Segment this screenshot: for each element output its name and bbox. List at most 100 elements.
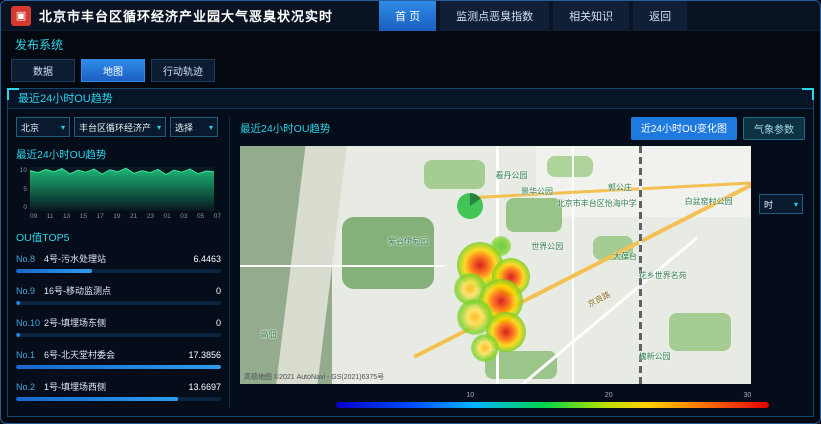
map-section-title: 最近24小时OU趋势 bbox=[240, 121, 330, 136]
top-nav: 首 页监测点恶臭指数相关知识返回 bbox=[379, 1, 687, 31]
ou-change-chart-button[interactable]: 近24小时OU变化图 bbox=[631, 117, 737, 140]
top5-row: No.916号-移动监测点 0 bbox=[16, 284, 221, 305]
point-name: 4号-污水处理站 bbox=[44, 252, 106, 265]
top5-row: No.84号-污水处理站 6.4463 bbox=[16, 252, 221, 273]
top5-row-text: No.84号-污水处理站 6.4463 bbox=[16, 252, 221, 265]
y-axis-tick: 10 bbox=[20, 167, 27, 174]
nav-item-2[interactable]: 相关知识 bbox=[553, 1, 629, 31]
left-sidebar: 北京 ▾ 丰台区循环经济产 ▾ 选择 ▾ 最近24小时OU趋势 10 5 0 bbox=[16, 117, 230, 408]
trend-y-axis: 10 5 0 bbox=[16, 167, 30, 211]
point-value: 0 bbox=[212, 286, 221, 296]
legend-gradient-bar bbox=[336, 402, 769, 408]
point-name: 1号-填埋场西侧 bbox=[44, 380, 106, 393]
app-title: 北京市丰台区循环经济产业园大气恶臭状况实时 bbox=[39, 6, 333, 25]
city-select-value: 北京 bbox=[21, 121, 39, 134]
trend-chart: 10 5 0 bbox=[16, 167, 221, 211]
view-tab-0[interactable]: 数据 bbox=[11, 59, 75, 82]
x-axis-tick: 19 bbox=[113, 213, 120, 220]
app-root: ▣ 北京市丰台区循环经济产业园大气恶臭状况实时 首 页监测点恶臭指数相关知识返回… bbox=[0, 0, 821, 424]
map-canvas[interactable]: 看丹公园景华公园北京市丰台区怡海中学郭公庄白盆窑村公园大葆台花乡世界名苑世界公园… bbox=[240, 146, 751, 384]
weather-params-button[interactable]: 气象参数 bbox=[743, 117, 805, 140]
main-panel: 最近24小时OU趋势 北京 ▾ 丰台区循环经济产 ▾ 选择 ▾ bbox=[7, 88, 814, 417]
legend-tick: 10 bbox=[466, 392, 474, 399]
top-header: ▣ 北京市丰台区循环经济产业园大气恶臭状况实时 首 页监测点恶臭指数相关知识返回 bbox=[1, 1, 820, 31]
x-axis-tick: 21 bbox=[130, 213, 137, 220]
chevron-down-icon: ▾ bbox=[61, 123, 65, 132]
progress-fill bbox=[16, 301, 20, 305]
view-tab-1[interactable]: 地图 bbox=[81, 59, 145, 82]
top5-row: No.102号-填埋场东侧 0 bbox=[16, 316, 221, 337]
city-select[interactable]: 北京 ▾ bbox=[16, 117, 70, 137]
heat-point bbox=[457, 193, 483, 219]
progress-track bbox=[16, 365, 221, 369]
rank-label: No.10 bbox=[16, 318, 44, 328]
point-select-value: 选择 bbox=[175, 121, 193, 134]
app-logo-icon: ▣ bbox=[11, 6, 31, 26]
point-value: 6.4463 bbox=[189, 254, 221, 264]
heat-layer bbox=[240, 146, 751, 384]
x-axis-tick: 03 bbox=[180, 213, 187, 220]
top5-row-text: No.916号-移动监测点 0 bbox=[16, 284, 221, 297]
progress-fill bbox=[16, 397, 178, 401]
point-select[interactable]: 选择 ▾ bbox=[170, 117, 218, 137]
rank-label: No.9 bbox=[16, 286, 44, 296]
map-attribution: 高德地图 ©2021 AutoNavi - GS(2021)6375号 bbox=[244, 372, 384, 382]
legend-tick: 30 bbox=[743, 392, 751, 399]
chevron-down-icon: ▾ bbox=[209, 123, 213, 132]
x-axis-tick: 01 bbox=[164, 213, 171, 220]
panel-body: 北京 ▾ 丰台区循环经济产 ▾ 选择 ▾ 最近24小时OU趋势 10 5 0 bbox=[8, 109, 813, 416]
heat-legend: 10 20 30 bbox=[336, 392, 769, 408]
rank-label: No.2 bbox=[16, 382, 44, 392]
point-name: 2号-填埋场东侧 bbox=[44, 316, 106, 329]
point-value: 0 bbox=[212, 318, 221, 328]
point-value: 13.6697 bbox=[184, 382, 221, 392]
map-header: 最近24小时OU趋势 近24小时OU变化图 气象参数 bbox=[240, 117, 805, 140]
top5-title: OU值TOP5 bbox=[16, 230, 221, 245]
top5-row-text: No.21号-填埋场西侧 13.6697 bbox=[16, 380, 221, 393]
progress-track bbox=[16, 301, 221, 305]
progress-track bbox=[16, 269, 221, 273]
park-select-value: 丰台区循环经济产 bbox=[79, 121, 151, 134]
point-name: 6号-北天堂村委会 bbox=[44, 348, 115, 361]
x-axis-tick: 13 bbox=[63, 213, 70, 220]
top5-row: No.21号-填埋场西侧 13.6697 bbox=[16, 380, 221, 401]
trend-chart-title: 最近24小时OU趋势 bbox=[16, 147, 221, 162]
x-axis-tick: 15 bbox=[80, 213, 87, 220]
time-unit-select[interactable]: 时 ▾ bbox=[759, 194, 803, 214]
heat-point bbox=[471, 334, 499, 362]
top5-row-text: No.102号-填埋场东侧 0 bbox=[16, 316, 221, 329]
top5-list: No.84号-污水处理站6.4463No.916号-移动监测点0No.102号-… bbox=[16, 252, 221, 408]
top5-row-text: No.16号-北天堂村委会 17.3856 bbox=[16, 348, 221, 361]
panel-title: 最近24小时OU趋势 bbox=[8, 89, 813, 109]
legend-tick: 20 bbox=[605, 392, 613, 399]
point-value: 17.3856 bbox=[184, 350, 221, 360]
rank-label: No.8 bbox=[16, 254, 44, 264]
x-axis-tick: 11 bbox=[47, 213, 54, 220]
view-tab-2[interactable]: 行动轨迹 bbox=[151, 59, 215, 82]
park-select[interactable]: 丰台区循环经济产 ▾ bbox=[74, 117, 166, 137]
publish-system-bar: 发布系统 bbox=[1, 31, 820, 54]
map-row: 看丹公园景华公园北京市丰台区怡海中学郭公庄白盆窑村公园大葆台花乡世界名苑世界公园… bbox=[240, 146, 805, 384]
view-tabs: 数据地图行动轨迹 bbox=[1, 54, 820, 88]
y-axis-tick: 5 bbox=[23, 186, 27, 193]
chevron-down-icon: ▾ bbox=[157, 123, 161, 132]
chevron-down-icon: ▾ bbox=[794, 200, 798, 209]
progress-track bbox=[16, 333, 221, 337]
trend-x-axis: 091113151719212301030507 bbox=[16, 213, 221, 220]
progress-fill bbox=[16, 365, 221, 369]
filter-row: 北京 ▾ 丰台区循环经济产 ▾ 选择 ▾ bbox=[16, 117, 221, 137]
trend-chart-svg bbox=[30, 167, 214, 211]
progress-track bbox=[16, 397, 221, 401]
top5-row: No.16号-北天堂村委会 17.3856 bbox=[16, 348, 221, 369]
nav-item-1[interactable]: 监测点恶臭指数 bbox=[440, 1, 549, 31]
x-axis-tick: 23 bbox=[147, 213, 154, 220]
rank-label: No.1 bbox=[16, 350, 44, 360]
nav-item-0[interactable]: 首 页 bbox=[379, 1, 436, 31]
map-buttons: 近24小时OU变化图 气象参数 bbox=[631, 117, 805, 140]
right-rail: 时 ▾ bbox=[751, 146, 805, 384]
map-section: 最近24小时OU趋势 近24小时OU变化图 气象参数 bbox=[230, 117, 805, 408]
point-name: 16号-移动监测点 bbox=[44, 284, 111, 297]
x-axis-tick: 09 bbox=[30, 213, 37, 220]
y-axis-tick: 0 bbox=[23, 204, 27, 211]
nav-item-3[interactable]: 返回 bbox=[633, 1, 687, 31]
